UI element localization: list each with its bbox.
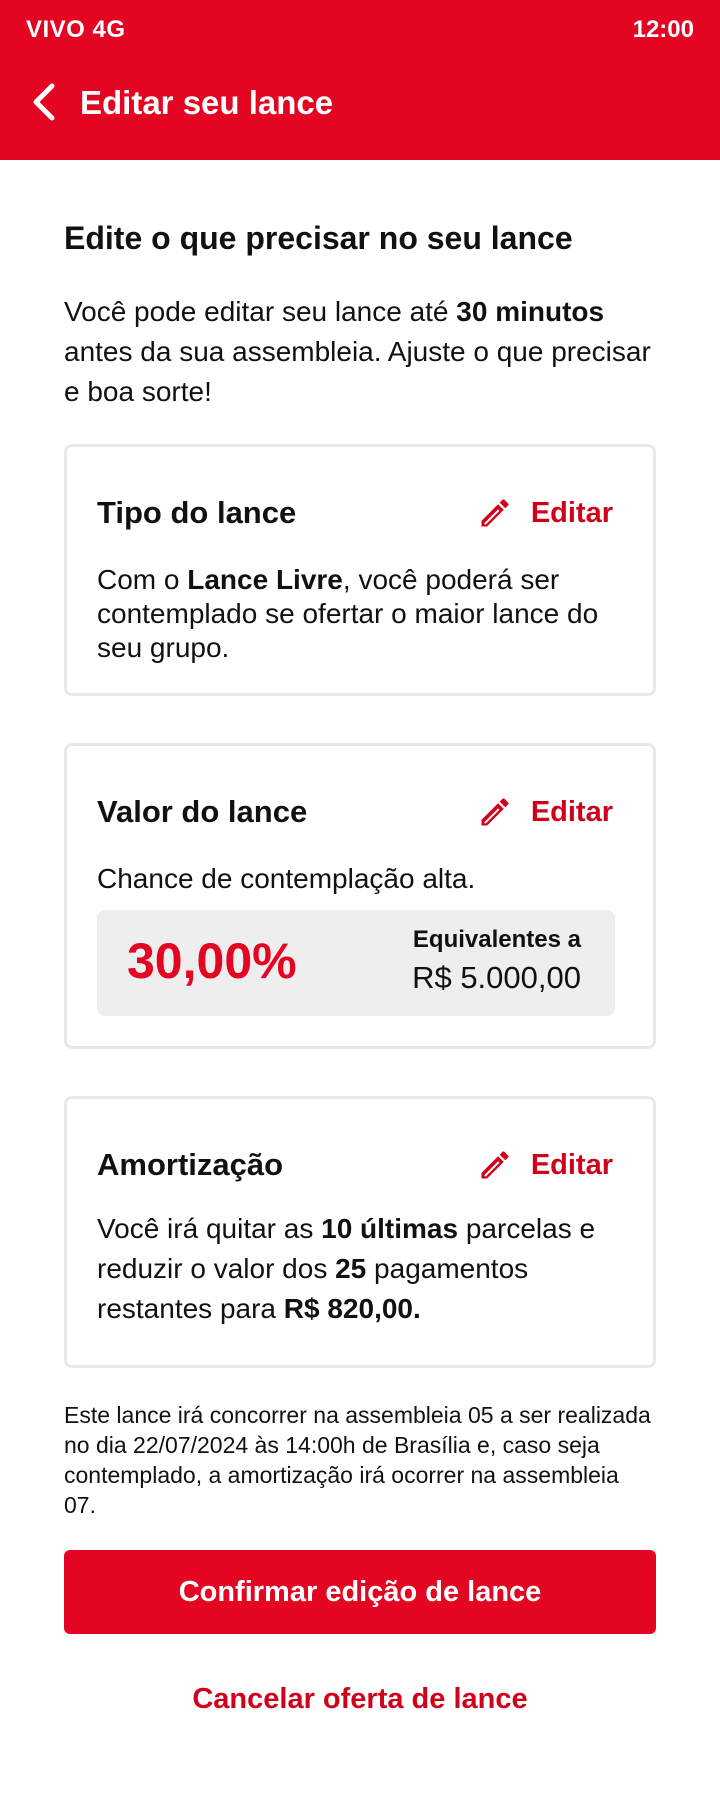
pencil-icon: [477, 1147, 513, 1183]
bid-percentage: 30,00%: [127, 933, 297, 989]
cancel-bid-button[interactable]: Cancelar oferta de lance: [64, 1674, 656, 1724]
intro-text-bold: 30 minutos: [456, 296, 605, 327]
equivalent-value: R$ 5.000,00: [412, 960, 581, 995]
bid-value-text: Chance de contemplação alta.: [97, 863, 476, 894]
bid-type-title: Tipo do lance: [97, 495, 297, 530]
amortization-card: Amortização Editar Você irá quitar as 10…: [64, 1096, 656, 1368]
status-time: 12:00: [632, 16, 694, 43]
bid-value-box: 30,00% Equivalentes a R$ 5.000,00: [97, 910, 615, 1016]
edit-label: Editar: [530, 496, 613, 529]
status-carrier: VIVO 4G: [26, 16, 126, 43]
confirm-edit-button[interactable]: Confirmar edição de lance: [64, 1550, 656, 1634]
app-header: VIVO 4G 12:00 Editar seu lance: [0, 0, 720, 160]
amortization-text: Você irá quitar as 10 últimas parcelas e…: [97, 1209, 637, 1329]
intro-title: Edite o que precisar no seu lance: [64, 220, 573, 256]
text-bold: 25: [335, 1253, 367, 1284]
pencil-icon: [477, 495, 513, 531]
edit-label: Editar: [530, 795, 613, 828]
assembly-footnote: Este lance irá concorrer na assembleia 0…: [64, 1402, 651, 1518]
amortization-title: Amortização: [97, 1147, 284, 1182]
edit-amortization-button[interactable]: Editar: [477, 1147, 613, 1183]
bid-type-card: Tipo do lance Editar Com o Lance Livre, …: [64, 444, 656, 696]
intro-text: Você pode editar seu lance até 30 minuto…: [64, 292, 654, 412]
bid-value-card: Valor do lance Editar Chance de contempl…: [64, 743, 656, 1049]
intro-text-part: antes da sua assembleia. Ajuste o que pr…: [64, 336, 651, 407]
text-part: Você irá quitar as: [97, 1213, 322, 1244]
text-bold: R$ 820,00.: [283, 1293, 421, 1324]
text-bold: Lance Livre: [187, 564, 343, 595]
bid-value-title: Valor do lance: [97, 794, 308, 829]
page-title: Editar seu lance: [80, 84, 334, 121]
edit-bid-value-button[interactable]: Editar: [477, 794, 613, 830]
bid-type-text: Com o Lance Livre, você poderá ser conte…: [97, 563, 637, 665]
text-part: Com o: [97, 564, 188, 595]
text-bold: 10 últimas: [321, 1213, 459, 1244]
equivalent-label: Equivalentes a: [412, 926, 581, 953]
back-button[interactable]: [22, 78, 66, 126]
intro-text-part: Você pode editar seu lance até: [64, 296, 457, 327]
pencil-icon: [477, 794, 513, 830]
edit-bid-type-button[interactable]: Editar: [477, 495, 613, 531]
edit-label: Editar: [530, 1148, 613, 1181]
chevron-left-icon: [33, 83, 55, 121]
